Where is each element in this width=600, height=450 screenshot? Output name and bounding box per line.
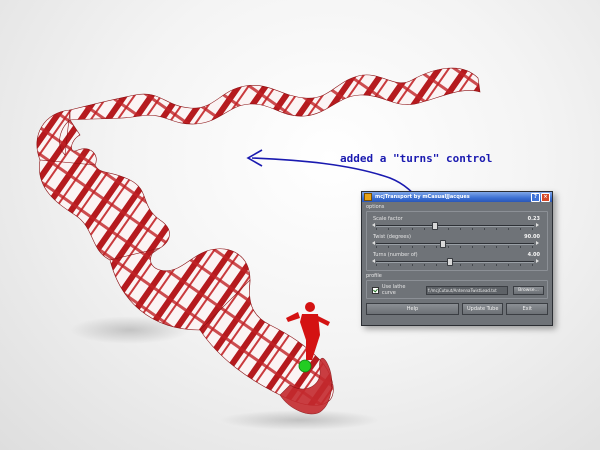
turns-slider[interactable] bbox=[376, 261, 534, 263]
slider-row-twist: Twist (degrees) 90.00 bbox=[370, 232, 544, 250]
slider-left-arrow-icon[interactable] bbox=[372, 241, 375, 245]
update-tube-button[interactable]: Update Tube bbox=[461, 303, 504, 315]
turns-value: 4.00 bbox=[527, 252, 540, 258]
slider-right-arrow-icon[interactable] bbox=[536, 259, 539, 263]
use-lathe-curve-label: Use lathe curve bbox=[381, 284, 406, 296]
turns-label: Turns (number of) bbox=[373, 252, 418, 258]
options-label: options bbox=[366, 204, 385, 210]
twist-label: Twist (degrees) bbox=[373, 234, 411, 240]
scale-factor-slider[interactable] bbox=[376, 225, 534, 227]
use-lathe-curve-checkbox[interactable] bbox=[372, 286, 379, 294]
dialog-title: mcjTransport by mCasualJJacques bbox=[375, 194, 470, 200]
close-icon[interactable]: × bbox=[541, 192, 550, 202]
twist-thumb[interactable] bbox=[440, 240, 447, 248]
mcjtransport-dialog: mcjTransport by mCasualJJacques ? × opti… bbox=[361, 191, 553, 326]
scale-factor-thumb[interactable] bbox=[432, 222, 439, 230]
profile-label: profile bbox=[366, 273, 382, 279]
scale-factor-label: Scale factor bbox=[373, 216, 403, 222]
exit-button[interactable]: Exit bbox=[506, 303, 548, 315]
turns-thumb[interactable] bbox=[446, 258, 453, 266]
annotation-label: added a "turns" control bbox=[340, 152, 493, 165]
slider-right-arrow-icon[interactable] bbox=[536, 223, 539, 227]
scale-factor-value: 0.23 bbox=[527, 216, 540, 222]
slider-left-arrow-icon[interactable] bbox=[372, 259, 375, 263]
slider-row-turns: Turns (number of) 4.00 bbox=[370, 250, 544, 268]
profile-group: Use lathe curve f:/mcjCutout/AntennaTwis… bbox=[366, 280, 548, 299]
twist-slider[interactable] bbox=[376, 243, 534, 245]
options-group: Scale factor 0.23 Twist (degrees) 90.00 … bbox=[366, 211, 548, 271]
slider-right-arrow-icon[interactable] bbox=[536, 241, 539, 245]
help-icon[interactable]: ? bbox=[531, 192, 540, 202]
browse-button[interactable]: Browse... bbox=[513, 285, 544, 295]
twist-value: 90.00 bbox=[524, 234, 540, 240]
lathe-path-field[interactable]: f:/mcjCutout/AntennaTwistLead.txt bbox=[425, 285, 508, 295]
app-icon bbox=[364, 193, 372, 201]
slider-left-arrow-icon[interactable] bbox=[372, 223, 375, 227]
slider-ticks bbox=[376, 228, 534, 230]
help-button[interactable]: Help bbox=[366, 303, 459, 315]
slider-row-scale: Scale factor 0.23 bbox=[370, 214, 544, 232]
dialog-titlebar[interactable]: mcjTransport by mCasualJJacques ? × bbox=[362, 192, 552, 202]
slider-ticks bbox=[376, 246, 534, 248]
green-handle-icon bbox=[298, 359, 312, 373]
slider-ticks bbox=[376, 264, 534, 266]
